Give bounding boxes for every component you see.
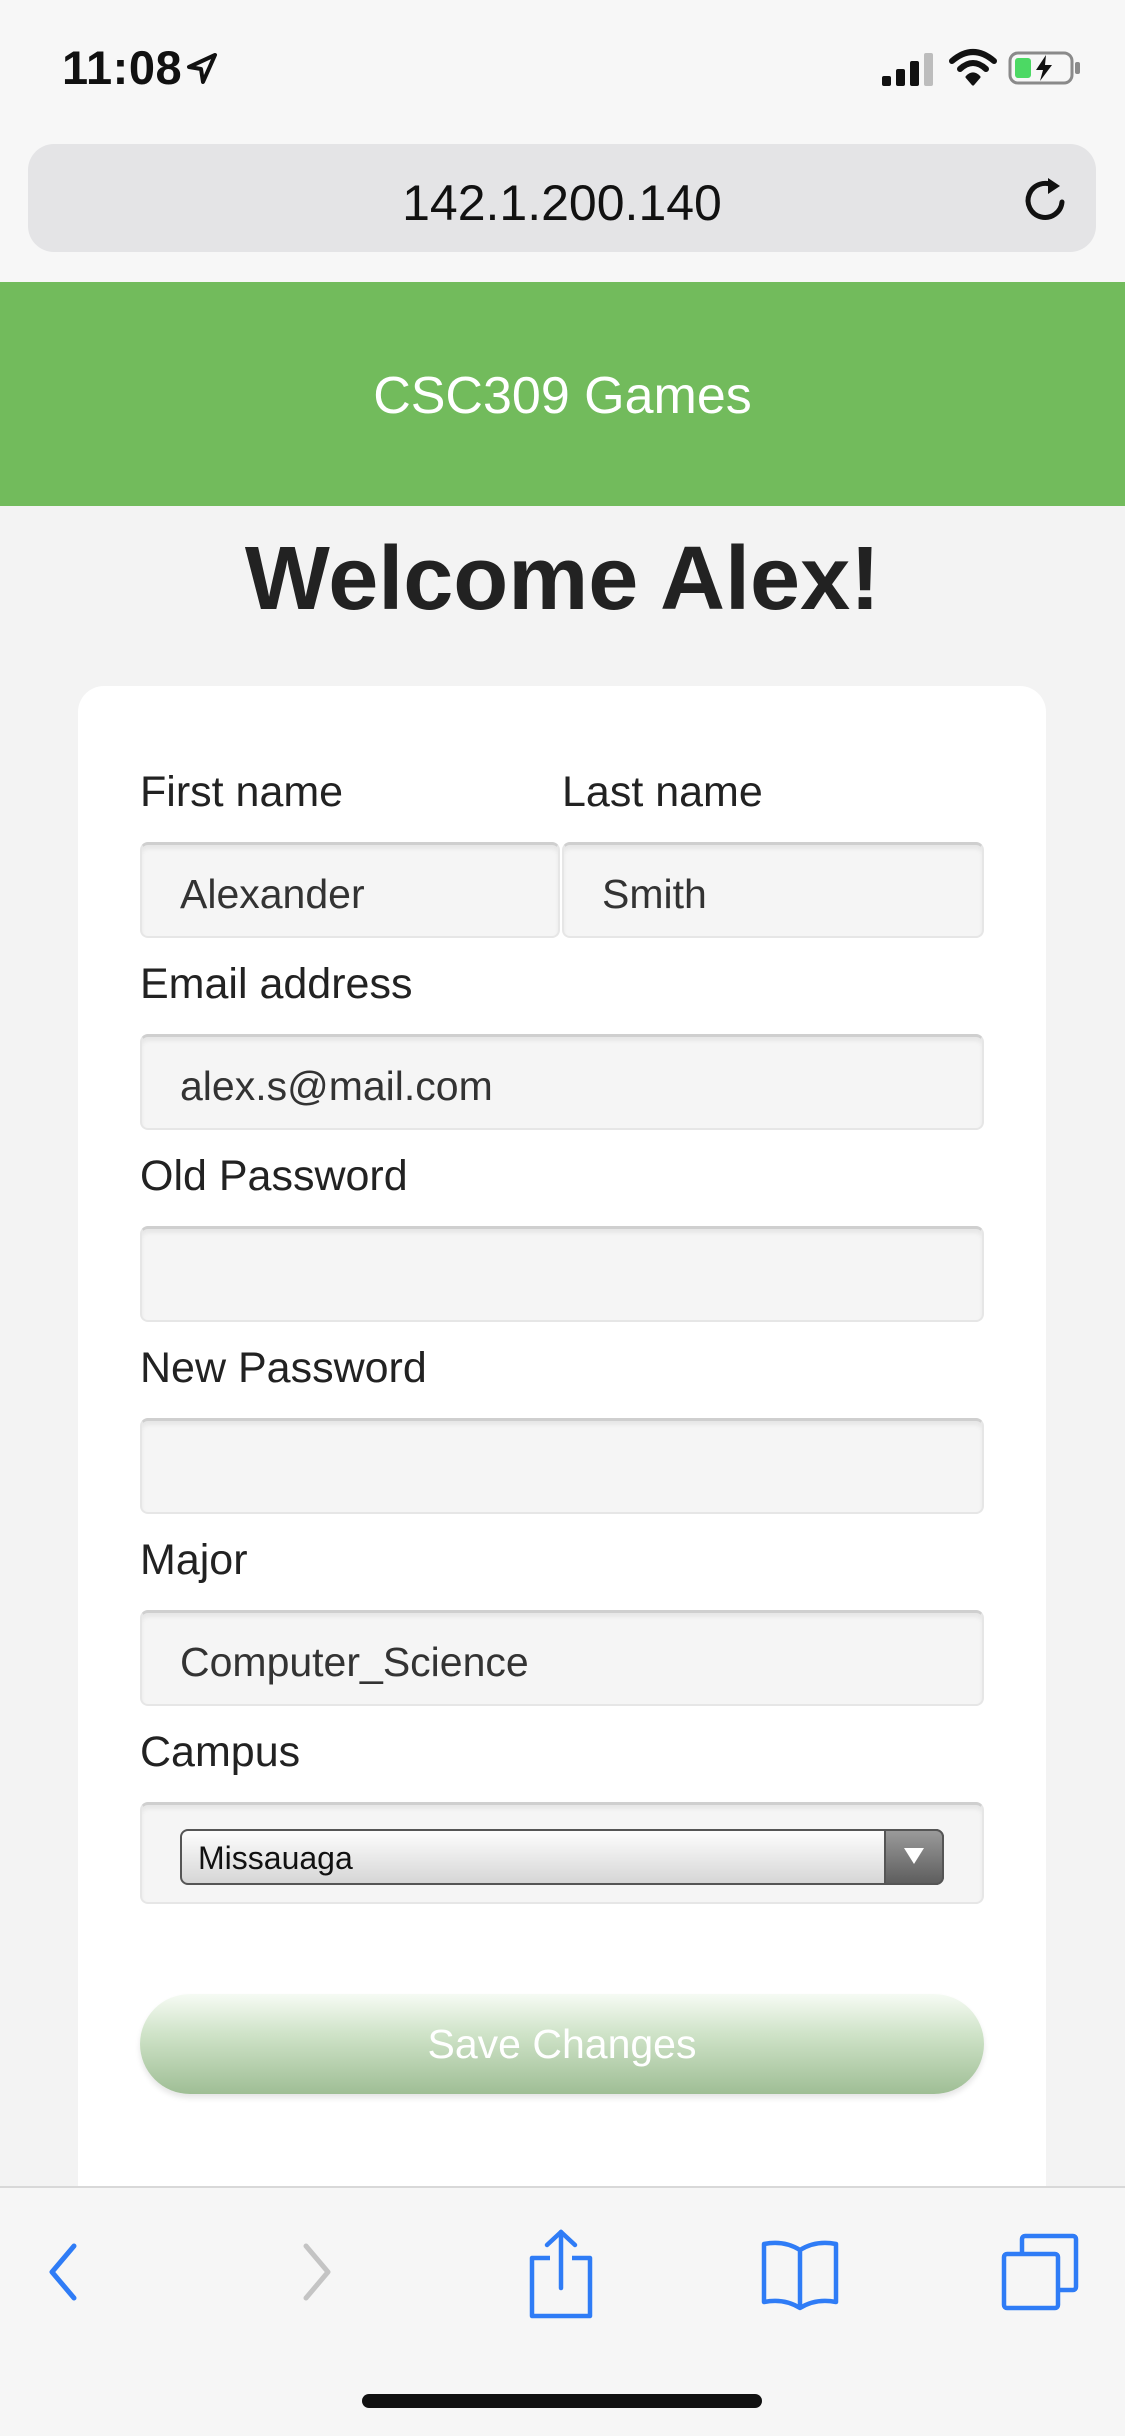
wifi-icon (949, 49, 997, 86)
first-name-label: First name (140, 768, 344, 816)
save-changes-button[interactable]: Save Changes (140, 1994, 984, 2094)
location-arrow-icon (187, 53, 217, 84)
major-label: Major (140, 1536, 248, 1584)
first-name-input[interactable]: Alexander (140, 842, 560, 938)
site-header: CSC309 Games (0, 282, 1125, 506)
browser-bar: 142.1.200.140 (0, 130, 1125, 282)
first-name-value: Alexander (180, 871, 365, 917)
email-label: Email address (140, 960, 413, 1008)
reload-icon[interactable] (1018, 172, 1074, 228)
campus-selected-value: Missauaga (198, 1840, 353, 1876)
email-value: alex.s@mail.com (180, 1063, 493, 1109)
cell-signal-icon (882, 53, 933, 86)
url-text[interactable]: 142.1.200.140 (28, 174, 1096, 232)
home-indicator[interactable] (362, 2394, 762, 2408)
page-title: Welcome Alex! (244, 529, 881, 629)
major-value: Computer_Science (180, 1639, 529, 1685)
campus-field: Missauaga (140, 1802, 984, 1904)
bookmarks-icon[interactable] (760, 2236, 840, 2312)
campus-select[interactable]: Missauaga (180, 1829, 944, 1885)
screen: 11:08 142.1.200.140 CSC309 Games Welcome… (0, 0, 1125, 2436)
campus-label: Campus (140, 1728, 301, 1776)
new-password-input[interactable] (140, 1418, 984, 1514)
last-name-input[interactable]: Smith (562, 842, 984, 938)
profile-form-card: First name Last name Alexander Smith Ema… (78, 686, 1046, 2246)
site-title[interactable]: CSC309 Games (0, 366, 1125, 426)
last-name-label: Last name (562, 768, 763, 816)
tabs-icon[interactable] (1000, 2232, 1080, 2312)
new-password-label: New Password (140, 1344, 427, 1392)
chevron-down-icon (904, 1848, 924, 1864)
address-bar[interactable]: 142.1.200.140 (28, 144, 1096, 252)
old-password-input[interactable] (140, 1226, 984, 1322)
last-name-value: Smith (602, 871, 707, 917)
share-icon[interactable] (528, 2228, 594, 2320)
major-input[interactable]: Computer_Science (140, 1610, 984, 1706)
status-time: 11:08 (62, 41, 183, 94)
battery-charging-icon (1008, 51, 1080, 85)
email-input[interactable]: alex.s@mail.com (140, 1034, 984, 1130)
forward-icon[interactable] (296, 2240, 336, 2304)
select-arrow-button[interactable] (884, 1829, 944, 1885)
back-icon[interactable] (44, 2240, 84, 2304)
status-bar: 11:08 (0, 0, 1125, 130)
old-password-label: Old Password (140, 1152, 408, 1200)
save-changes-label: Save Changes (427, 2021, 697, 2067)
